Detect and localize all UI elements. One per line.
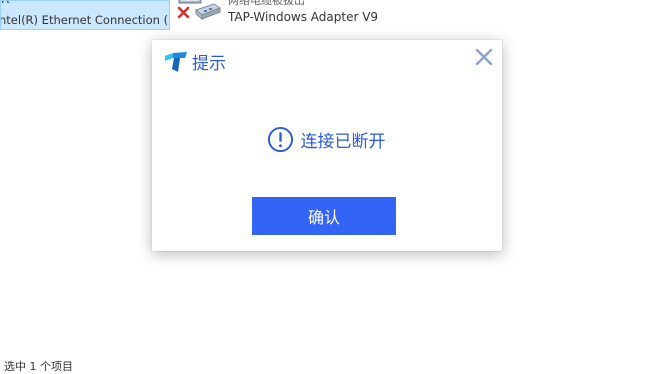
close-icon	[475, 48, 493, 66]
dialog-title: 提示	[192, 54, 226, 74]
exclamation-circle-icon	[267, 126, 293, 152]
adapter-name: TAP-Windows Adapter V9	[228, 10, 379, 24]
network-adapter-disconnected-icon	[177, 0, 222, 21]
close-button[interactable]	[474, 47, 494, 67]
app-logo-icon	[165, 52, 187, 72]
adapter-status: 网络电缆被拔出	[228, 0, 305, 7]
alert-dialog: 提示 连接已断开 确认	[152, 40, 502, 251]
selected-item-name: R	[1, 1, 9, 6]
tap-adapter-item[interactable]: 网络电缆被拔出 TAP-Windows Adapter V9	[176, 0, 416, 30]
confirm-button[interactable]: 确认	[252, 197, 396, 235]
selected-network-item[interactable]: R ntel(R) Ethernet Connection (1...	[0, 0, 170, 30]
selected-item-adapter: ntel(R) Ethernet Connection (1...	[0, 13, 170, 27]
dialog-message: 连接已断开	[300, 131, 386, 152]
dialog-message-row: 连接已断开	[152, 124, 502, 154]
